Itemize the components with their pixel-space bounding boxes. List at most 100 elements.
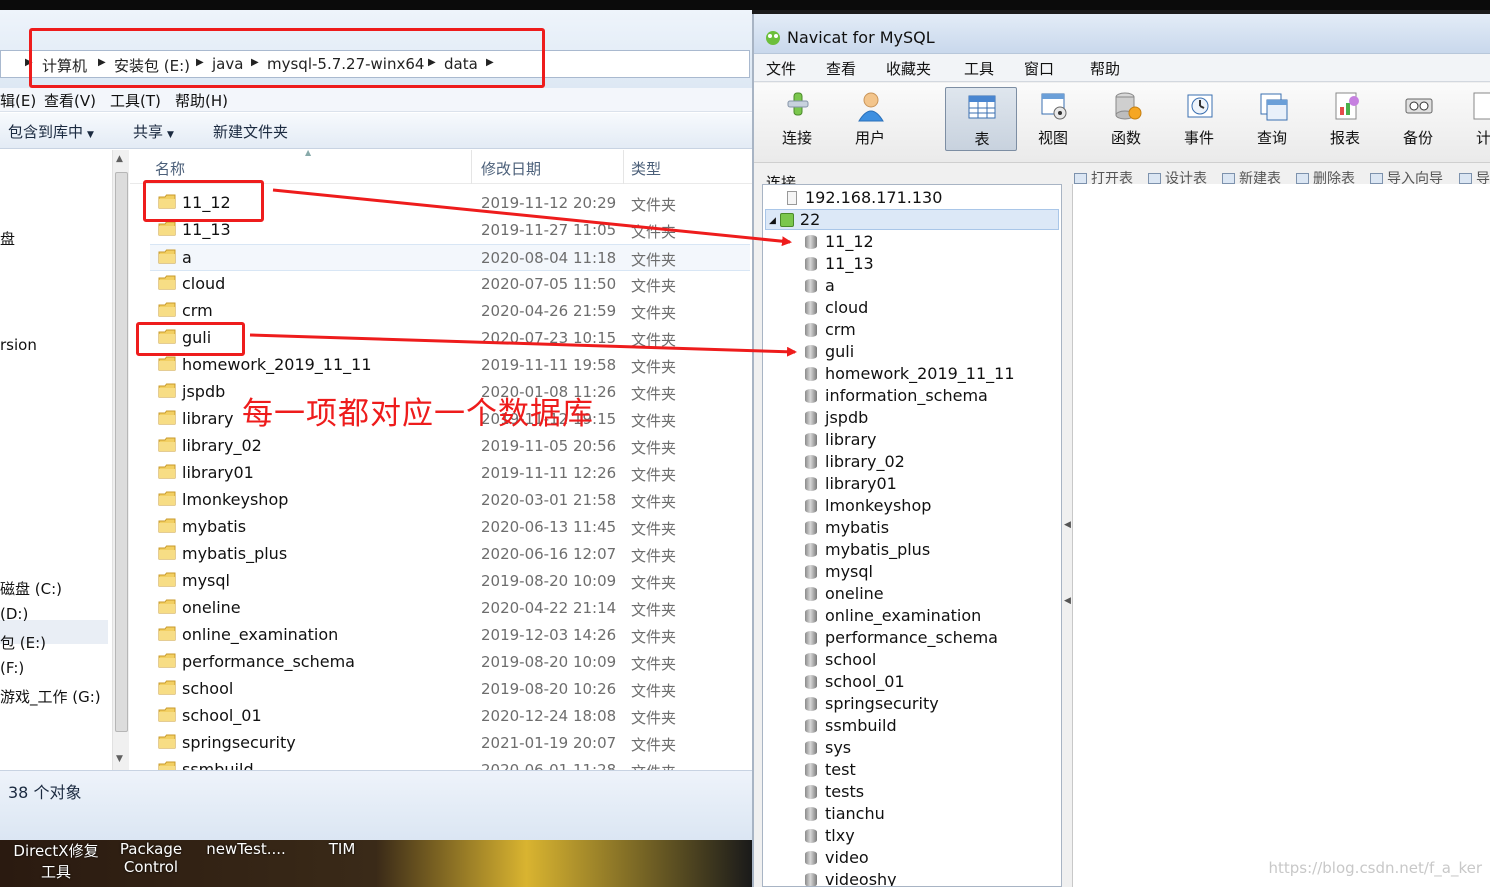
nav-item-version[interactable]: rsion	[0, 336, 37, 354]
file-row[interactable]: online_examination 2019-12-03 14:26 文件夹	[150, 622, 750, 649]
nav-item-disk[interactable]: 盘	[0, 228, 15, 249]
tool-schedule-button[interactable]: 计	[1456, 87, 1490, 151]
tree-database-lmonkeyshop[interactable]: lmonkeyshop	[805, 496, 931, 515]
tree-database-oneline[interactable]: oneline	[805, 584, 884, 603]
taskbar-item-newtest[interactable]: newTest....	[200, 840, 292, 858]
folder-icon	[158, 599, 176, 614]
file-row[interactable]: cloud 2020-07-05 11:50 文件夹	[150, 271, 750, 298]
file-date: 2019-11-11 19:58	[481, 356, 617, 374]
menu-edit[interactable]: 辑(E)	[0, 90, 36, 111]
file-row[interactable]: performance_schema 2019-08-20 10:09 文件夹	[150, 649, 750, 676]
tool-view-button[interactable]: 视图	[1018, 87, 1088, 151]
file-row[interactable]: crm 2020-04-26 21:59 文件夹	[150, 298, 750, 325]
nav-item-drive-f[interactable]: (F:)	[0, 659, 24, 677]
tool-backup-button[interactable]: 备份	[1383, 87, 1453, 151]
tree-database-homework-2019-11-11[interactable]: homework_2019_11_11	[805, 364, 1015, 383]
tree-database-springsecurity[interactable]: springsecurity	[805, 694, 939, 713]
taskbar-item-directx[interactable]: DirectX修复 工具	[10, 840, 102, 882]
tree-database-tianchu[interactable]: tianchu	[805, 804, 885, 823]
file-row[interactable]: library01 2019-11-11 12:26 文件夹	[150, 460, 750, 487]
tree-database-11-12[interactable]: 11_12	[805, 232, 874, 251]
scroll-down-icon[interactable]: ▼	[116, 754, 123, 764]
column-separator[interactable]	[623, 150, 624, 184]
nv-menu-favorites[interactable]: 收藏夹	[886, 58, 931, 79]
tree-database-crm[interactable]: crm	[805, 320, 856, 339]
tool-connect-button[interactable]: 连接	[762, 87, 832, 151]
tool-report-button[interactable]: 报表	[1310, 87, 1380, 151]
tree-database-ssmbuild[interactable]: ssmbuild	[805, 716, 897, 735]
tree-connection-22[interactable]: ◢ 22	[769, 210, 820, 229]
nav-item-drive-c[interactable]: 磁盘 (C:)	[0, 578, 62, 599]
scroll-thumb[interactable]	[115, 172, 128, 732]
annotation-text: 每一项都对应一个数据库	[242, 396, 594, 432]
tool-query-button[interactable]: 查询	[1237, 87, 1307, 151]
tool-table-button[interactable]: 表	[945, 87, 1017, 151]
collapse-triangle-icon[interactable]: ◢	[769, 216, 776, 226]
file-row[interactable]: school_01 2020-12-24 18:08 文件夹	[150, 703, 750, 730]
file-row[interactable]: springsecurity 2021-01-19 20:07 文件夹	[150, 730, 750, 757]
collapse-left-icon[interactable]: ◀	[1064, 596, 1071, 606]
column-date[interactable]: 修改日期	[481, 158, 541, 179]
file-row[interactable]: school 2019-08-20 10:26 文件夹	[150, 676, 750, 703]
tool-user-button[interactable]: 用户	[835, 87, 905, 151]
collapse-left-icon[interactable]: ◀	[1064, 520, 1071, 530]
tree-database-sys[interactable]: sys	[805, 738, 851, 757]
tree-database-library-02[interactable]: library_02	[805, 452, 905, 471]
tree-database-video[interactable]: video	[805, 848, 869, 867]
share-button[interactable]: 共享 ▼	[133, 121, 174, 142]
tree-database-cloud[interactable]: cloud	[805, 298, 868, 317]
nv-menu-window[interactable]: 窗口	[1024, 58, 1054, 79]
file-date: 2019-08-20 10:09	[481, 653, 617, 671]
tree-database-school[interactable]: school	[805, 650, 876, 669]
tree-database-test[interactable]: test	[805, 760, 856, 779]
tool-event-button[interactable]: 事件	[1164, 87, 1234, 151]
tree-database-school-01[interactable]: school_01	[805, 672, 905, 691]
tree-database-tlxy[interactable]: tlxy	[805, 826, 855, 845]
pane-splitter[interactable]: ◀ ◀	[1062, 184, 1072, 887]
column-separator[interactable]	[471, 150, 472, 184]
tool-function-button[interactable]: 函数	[1091, 87, 1161, 151]
tree-database-online-examination[interactable]: online_examination	[805, 606, 981, 625]
nav-item-drive-e[interactable]: 包 (E:)	[0, 632, 46, 653]
include-in-library-button[interactable]: 包含到库中 ▼	[8, 121, 94, 142]
nav-item-drive-g[interactable]: 游戏_工作 (G:)	[0, 686, 101, 707]
file-row[interactable]: homework_2019_11_11 2019-11-11 19:58 文件夹	[150, 352, 750, 379]
taskbar-item-package-control[interactable]: Package Control	[110, 840, 192, 876]
tree-database-a[interactable]: a	[805, 276, 835, 295]
nav-scrollbar[interactable]: ▲ ▼	[112, 150, 129, 770]
file-row[interactable]: mysql 2019-08-20 10:09 文件夹	[150, 568, 750, 595]
nv-menu-file[interactable]: 文件	[766, 58, 796, 79]
tree-database-mysql[interactable]: mysql	[805, 562, 873, 581]
file-row[interactable]: oneline 2020-04-22 21:14 文件夹	[150, 595, 750, 622]
file-row[interactable]: mybatis 2020-06-13 11:45 文件夹	[150, 514, 750, 541]
file-row[interactable]: ssmbuild 2020-06-01 11:28 文件夹	[150, 757, 750, 770]
nv-menu-tools[interactable]: 工具	[964, 58, 994, 79]
tree-database-information-schema[interactable]: information_schema	[805, 386, 988, 405]
tree-database-jspdb[interactable]: jspdb	[805, 408, 868, 427]
nav-item-drive-d[interactable]: (D:)	[0, 605, 28, 623]
tree-database-videoshy[interactable]: videoshy	[805, 870, 897, 886]
scroll-up-icon[interactable]: ▲	[116, 154, 123, 164]
tree-database-tests[interactable]: tests	[805, 782, 864, 801]
column-name[interactable]: 名称	[155, 158, 185, 179]
tree-database-library[interactable]: library	[805, 430, 876, 449]
tree-database-mybatis-plus[interactable]: mybatis_plus	[805, 540, 930, 559]
nv-menu-view[interactable]: 查看	[826, 58, 856, 79]
file-row[interactable]: library_02 2019-11-05 20:56 文件夹	[150, 433, 750, 460]
tree-database-performance-schema[interactable]: performance_schema	[805, 628, 998, 647]
file-row[interactable]: a 2020-08-04 11:18 文件夹	[150, 244, 750, 271]
taskbar-item-tim[interactable]: TIM	[320, 840, 364, 858]
tree-database-11-13[interactable]: 11_13	[805, 254, 874, 273]
tree-connection-host[interactable]: 192.168.171.130	[787, 188, 942, 207]
new-folder-button[interactable]: 新建文件夹	[213, 121, 288, 142]
tree-database-library01[interactable]: library01	[805, 474, 897, 493]
nv-menu-help[interactable]: 帮助	[1090, 58, 1120, 79]
menu-view[interactable]: 查看(V)	[44, 90, 96, 111]
menu-help[interactable]: 帮助(H)	[175, 90, 228, 111]
tree-database-guli[interactable]: guli	[805, 342, 854, 361]
menu-tools[interactable]: 工具(T)	[110, 90, 161, 111]
file-row[interactable]: mybatis_plus 2020-06-16 12:07 文件夹	[150, 541, 750, 568]
file-row[interactable]: lmonkeyshop 2020-03-01 21:58 文件夹	[150, 487, 750, 514]
column-type[interactable]: 类型	[631, 158, 661, 179]
tree-database-mybatis[interactable]: mybatis	[805, 518, 889, 537]
